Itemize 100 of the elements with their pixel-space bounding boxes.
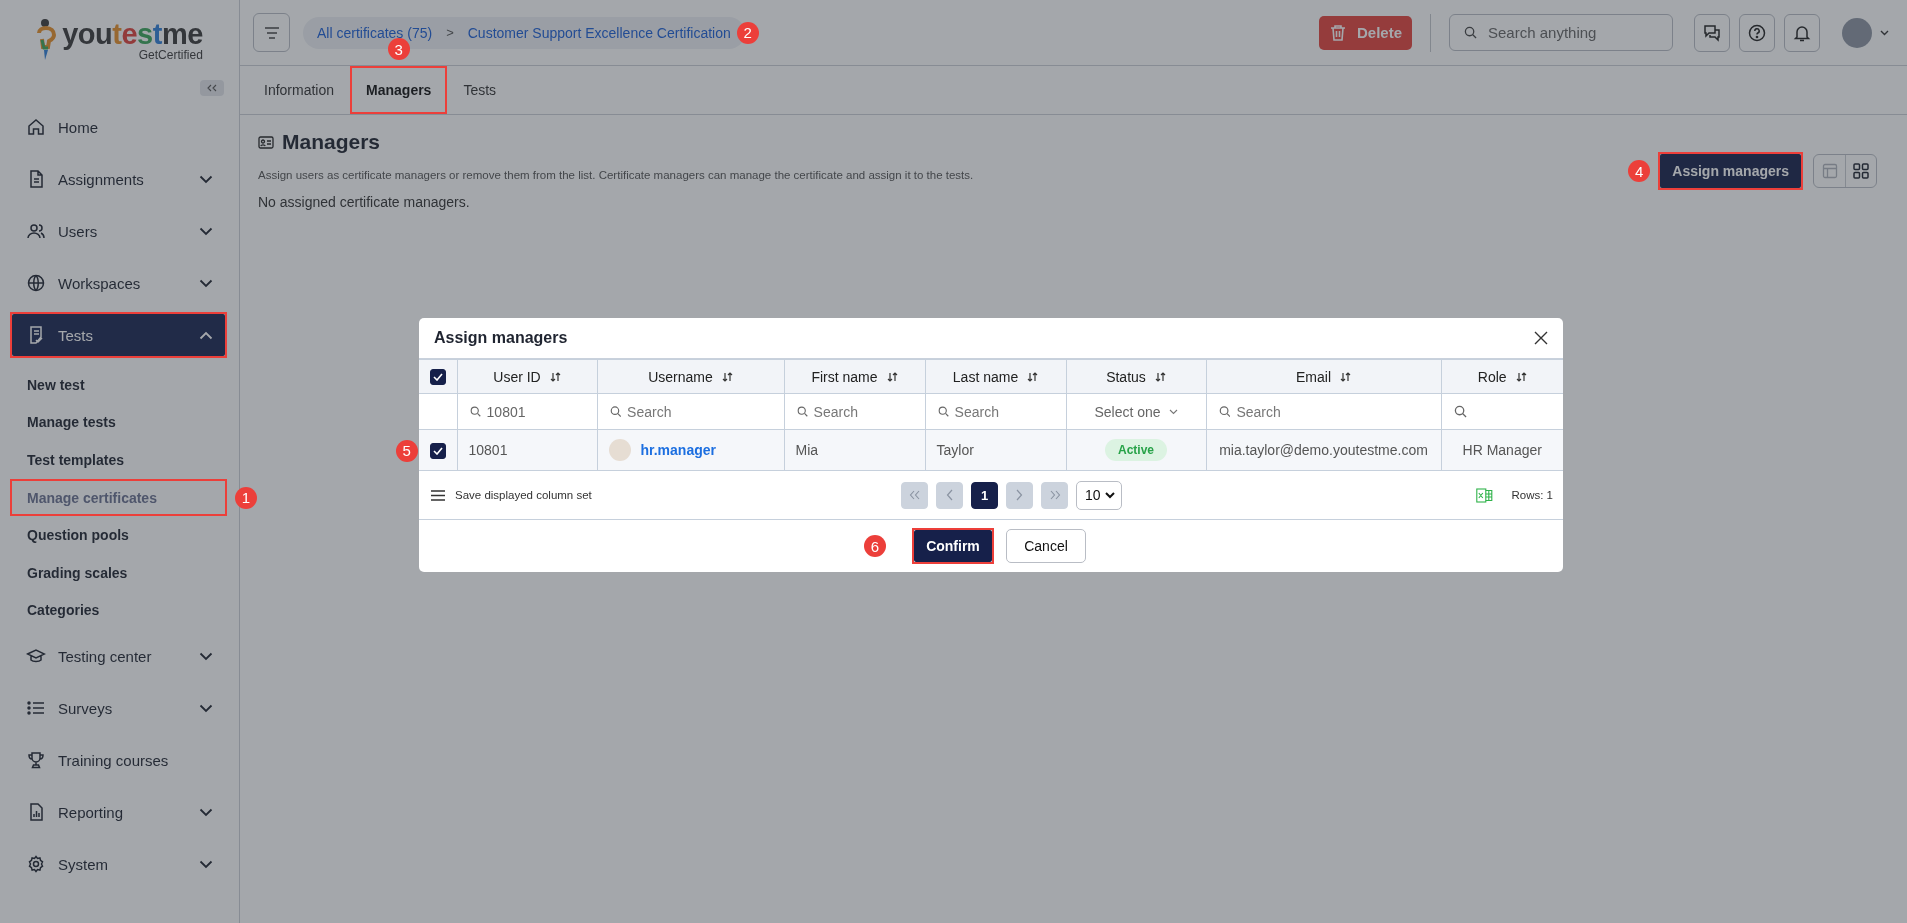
select-all-checkbox[interactable] (429, 369, 446, 386)
sort-icon[interactable] (1340, 371, 1351, 382)
close-button[interactable] (1533, 330, 1549, 346)
check-icon (432, 373, 443, 382)
sort-icon[interactable] (886, 371, 898, 382)
chevron-down-icon (1104, 491, 1115, 499)
column-filter-field[interactable]: Search (925, 393, 1066, 430)
notifications-button[interactable] (1784, 13, 1820, 52)
chat-bubbles-icon (1703, 23, 1721, 42)
sidebar-item[interactable]: Assignments (12, 158, 225, 200)
column-filter-field[interactable]: Search (784, 393, 925, 430)
breadcrumb-link[interactable]: Customer Support Excellence Certification (467, 24, 731, 41)
sidebar-item[interactable]: Home (12, 106, 225, 148)
chevron-down-icon (199, 174, 213, 184)
sidebar-item[interactable]: Reporting (12, 791, 225, 834)
chevron-down-icon (199, 651, 213, 661)
table-cell: Taylor (936, 442, 974, 458)
search-field[interactable]: Search anything (1449, 14, 1673, 51)
sidebar-subitem[interactable]: Grading scales (12, 553, 225, 592)
sidebar-subitem[interactable]: Manage tests (12, 403, 225, 442)
assign-managers-button[interactable]: Assign managers (1660, 154, 1801, 188)
sidebar-item[interactable]: Workspaces (12, 262, 225, 304)
trash-icon (1329, 23, 1347, 42)
logo-wordmark: youtestme (62, 18, 203, 50)
chat-button[interactable] (1694, 13, 1730, 52)
sidebar-item[interactable]: Tests (12, 314, 225, 356)
menu-icon (431, 489, 445, 501)
id-card-icon (258, 135, 274, 149)
close-icon (1534, 331, 1548, 345)
chevron-down-icon (1168, 408, 1178, 415)
grid-icon (1852, 162, 1870, 180)
step-number-badge: 6 (864, 535, 886, 557)
username-link[interactable]: hr.manager (640, 442, 716, 458)
column-header[interactable]: Status (1106, 368, 1146, 385)
help-button[interactable] (1739, 13, 1775, 52)
sidebar-item[interactable]: System (12, 843, 225, 886)
sort-icon[interactable] (549, 371, 561, 382)
dialog-title: Assign managers (434, 329, 568, 347)
chevron-down-icon (199, 278, 213, 288)
search-icon (796, 405, 808, 418)
sidebar-subitem[interactable]: Categories (12, 591, 225, 630)
sidebar-subitem[interactable]: Question pools (12, 516, 225, 554)
avatar (1842, 17, 1872, 48)
logo-tagline: GetCertified (138, 48, 203, 62)
sort-icon[interactable] (1027, 371, 1039, 382)
sidebar-item[interactable]: Training courses (12, 739, 225, 782)
search-icon (609, 405, 622, 418)
sort-icon[interactable] (1515, 371, 1527, 382)
column-filter-field[interactable]: 10801 (457, 393, 597, 430)
chevron-down-icon (199, 807, 213, 817)
column-filter-input[interactable]: Search (813, 403, 913, 420)
column-filter-input[interactable]: Search (627, 403, 772, 420)
sidebar-subitem[interactable]: Manage certificates (12, 478, 225, 517)
column-filter-input[interactable]: Search (1236, 403, 1429, 420)
page-button[interactable]: 1 (971, 481, 998, 509)
breadcrumb-link[interactable]: All certificates (75) (317, 24, 433, 41)
tab[interactable]: Managers (352, 66, 446, 114)
table-cell: HR Manager (1462, 442, 1542, 458)
sort-icon[interactable] (1154, 371, 1166, 382)
menu-button[interactable] (253, 13, 290, 52)
row-count: Rows: 1 (1511, 489, 1553, 501)
chevron-up-icon (199, 330, 213, 340)
bell-icon (1793, 23, 1811, 42)
tab[interactable]: Tests (449, 66, 511, 114)
row-checkbox[interactable] (429, 442, 446, 459)
column-filter-input[interactable]: Search (954, 403, 1054, 420)
confirm-button[interactable]: Confirm (914, 530, 992, 562)
sidebar-item[interactable]: Users (12, 210, 225, 252)
step-number-badge: 1 (235, 486, 257, 509)
search-icon (1218, 405, 1231, 418)
chevron-right-icon (1016, 489, 1023, 501)
column-header[interactable]: Username (648, 368, 713, 385)
menu-icon (263, 25, 280, 40)
home-icon (26, 117, 46, 137)
save-column-set-button[interactable]: Save displayed column set (431, 489, 592, 501)
spreadsheet-export-button[interactable] (1476, 486, 1494, 504)
chevron-down-icon (199, 703, 213, 713)
column-filter-field[interactable]: Search (597, 393, 784, 430)
user-avatar (608, 439, 631, 461)
cancel-button[interactable]: Cancel (1006, 529, 1086, 563)
column-filter-input[interactable]: 10801 (486, 403, 585, 420)
sidebar-subitem[interactable]: New test (12, 366, 225, 404)
search-icon (937, 405, 949, 418)
tab[interactable]: Information (250, 66, 349, 114)
table-layout-icon (1821, 163, 1838, 179)
double-chevron-right-icon (1048, 490, 1061, 500)
page-size-dropdown[interactable]: 10 (1076, 480, 1122, 510)
column-header[interactable]: User ID (493, 368, 541, 385)
column-header[interactable]: Role (1477, 368, 1507, 385)
sort-icon[interactable] (721, 371, 733, 382)
breadcrumb-separator: > (446, 25, 454, 40)
column-header[interactable]: Email (1296, 368, 1331, 385)
sidebar-item[interactable]: Testing center (12, 635, 225, 678)
collapse-sidebar-button[interactable] (200, 80, 224, 96)
column-filter-field[interactable]: Search (1206, 393, 1441, 430)
step-number-badge: 4 (1628, 160, 1651, 182)
sidebar-subitem[interactable]: Test templates (12, 441, 225, 479)
double-chevron-left-icon (206, 84, 218, 92)
step-number-badge: 5 (395, 439, 418, 462)
sidebar-item[interactable]: Surveys (12, 687, 225, 730)
